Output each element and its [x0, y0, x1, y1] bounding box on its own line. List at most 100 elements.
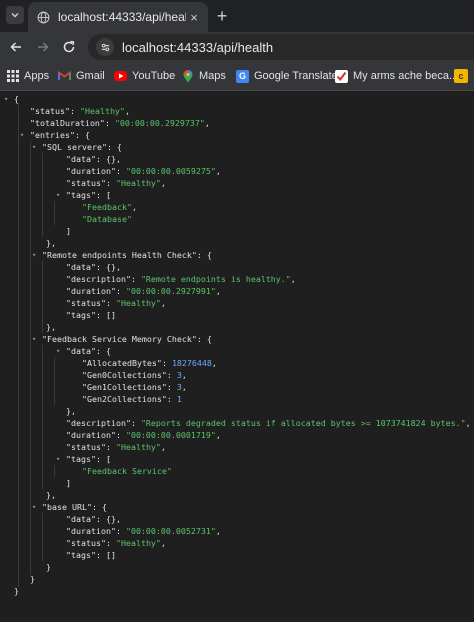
json-line: "tags": [ — [66, 454, 111, 464]
json-line: "Feedback Service Memory Check": { — [42, 334, 212, 344]
json-line: }, — [66, 406, 76, 416]
bookmark-overflow[interactable]: c — [454, 68, 473, 84]
json-line: { — [14, 94, 19, 104]
reload-button[interactable] — [59, 37, 79, 57]
apps-grid-icon — [6, 70, 19, 83]
json-viewer: ▾ { "status": "Healthy", "totalDuration"… — [0, 91, 474, 622]
bookmark-label: Apps — [24, 70, 50, 82]
indent-guide — [54, 201, 55, 225]
arrow-right-icon — [38, 42, 49, 52]
site-info-icon[interactable] — [96, 38, 114, 56]
json-line: "Feedback Service" — [82, 466, 172, 476]
json-line: "Feedback", — [82, 202, 137, 212]
youtube-icon — [114, 71, 127, 81]
json-line: "duration": "00:00:00.0052731", — [66, 526, 221, 536]
json-line: "data": {}, — [66, 262, 121, 272]
json-line: "data": {}, — [66, 154, 121, 164]
json-line: "duration": "00:00:00.0059275", — [66, 166, 221, 176]
json-line: "base URL": { — [42, 502, 107, 512]
json-line: "Gen2Collections": 1 — [82, 394, 182, 404]
address-bar[interactable]: localhost:44333/api/health — [88, 34, 474, 60]
json-line: "duration": "00:00:00.0001719", — [66, 430, 221, 440]
json-line: "description": "Reports degraded status … — [66, 418, 471, 428]
tab-strip: localhost:44333/api/health × + — [0, 0, 474, 32]
bookmark-label: Maps — [199, 70, 226, 82]
collapse-toggle[interactable]: ▾ — [56, 189, 62, 201]
json-line: "status": "Healthy", — [30, 106, 130, 116]
json-line: }, — [46, 238, 56, 248]
collapse-toggle[interactable]: ▾ — [56, 345, 62, 357]
json-line: "status": "Healthy", — [66, 442, 166, 452]
bookmark-label: My arms ache beca... — [353, 70, 459, 82]
json-line: }, — [46, 490, 56, 500]
gmail-icon — [58, 70, 71, 83]
back-button[interactable] — [6, 37, 26, 57]
json-line: "tags": [] — [66, 550, 116, 560]
json-line: "status": "Healthy", — [66, 298, 166, 308]
bookmark-apps[interactable]: Apps — [6, 68, 49, 84]
bookmark-favicon-icon: c — [454, 69, 468, 83]
url-text: localhost:44333/api/health — [122, 39, 274, 55]
collapse-toggle[interactable]: ▾ — [20, 129, 26, 141]
bookmark-youtube[interactable]: YouTube — [114, 68, 175, 84]
bookmark-label: YouTube — [132, 70, 176, 82]
json-line: "Remote endpoints Health Check": { — [42, 250, 212, 260]
json-line: "duration": "00:00:00.2927991", — [66, 286, 221, 296]
bookmark-maps[interactable]: Maps — [181, 68, 226, 84]
collapse-toggle[interactable]: ▾ — [32, 141, 38, 153]
indent-guide — [42, 153, 43, 237]
globe-icon — [36, 10, 50, 24]
json-line: "status": "Healthy", — [66, 538, 166, 548]
json-line: "entries": { — [30, 130, 90, 140]
json-line: "SQL servere": { — [42, 142, 122, 152]
json-line: } — [46, 562, 51, 572]
active-tab[interactable]: localhost:44333/api/health × — [28, 2, 208, 32]
indent-guide — [54, 465, 55, 477]
json-line: "Gen0Collections": 3, — [82, 370, 187, 380]
collapse-toggle[interactable]: ▾ — [4, 93, 10, 105]
json-line: "totalDuration": "00:00:00.2929737", — [30, 118, 210, 128]
json-line: "data": {}, — [66, 514, 121, 524]
json-line: } — [14, 586, 19, 596]
maps-icon — [181, 69, 194, 83]
json-line: "status": "Healthy", — [66, 178, 166, 188]
json-line: "AllocatedBytes": 18276448, — [82, 358, 217, 368]
json-line: "data": { — [66, 346, 111, 356]
new-tab-button[interactable]: + — [212, 6, 232, 26]
json-line: } — [30, 574, 35, 584]
bookmark-gmail[interactable]: Gmail — [58, 68, 105, 84]
close-icon[interactable]: × — [186, 9, 202, 25]
bookmarks-bar: Apps Gmail YouTube Maps G Google Transla… — [0, 62, 474, 91]
collapse-toggle[interactable]: ▾ — [32, 501, 38, 513]
indent-guide — [18, 105, 19, 587]
json-line: "tags": [ — [66, 190, 111, 200]
json-line: ] — [66, 478, 71, 488]
collapse-toggle[interactable]: ▾ — [32, 249, 38, 261]
json-line: "description": "Remote endpoints is heal… — [66, 274, 296, 284]
json-line: ] — [66, 226, 71, 236]
indent-guide — [30, 141, 31, 575]
tab-search-button[interactable] — [6, 6, 24, 24]
indent-guide — [42, 261, 43, 333]
indent-guide — [54, 357, 55, 405]
tab-title: localhost:44333/api/health — [58, 10, 186, 24]
json-line: "Database" — [82, 214, 132, 224]
json-line: "tags": [] — [66, 310, 116, 320]
arrow-left-icon — [10, 42, 21, 52]
json-line: }, — [46, 322, 56, 332]
indent-guide — [42, 513, 43, 561]
chevron-down-icon — [11, 13, 19, 18]
json-line: "Gen1Collections": 3, — [82, 382, 187, 392]
collapse-toggle[interactable]: ▾ — [56, 453, 62, 465]
collapse-toggle[interactable]: ▾ — [32, 333, 38, 345]
indent-guide — [42, 345, 43, 489]
translate-icon: G — [236, 69, 249, 83]
bookmark-my-arms[interactable]: My arms ache beca... — [335, 68, 458, 84]
forward-button[interactable] — [33, 37, 53, 57]
bookmark-label: Gmail — [76, 70, 105, 82]
toolbar: localhost:44333/api/health — [0, 32, 474, 62]
bookmark-label: Google Translate — [254, 70, 338, 82]
reload-icon — [63, 40, 75, 53]
checkmark-icon — [335, 69, 348, 83]
bookmark-google-translate[interactable]: G Google Translate — [236, 68, 338, 84]
